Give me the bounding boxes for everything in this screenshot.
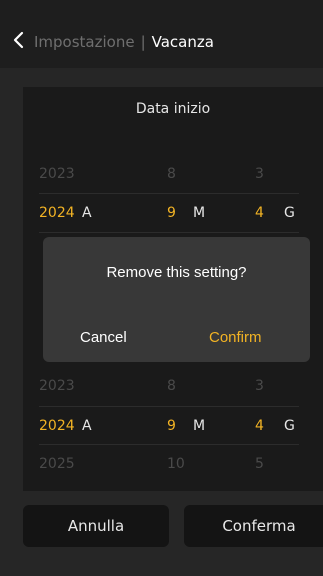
year-selected[interactable]: 2024: [39, 407, 75, 445]
day-selected[interactable]: 4: [255, 194, 264, 232]
dialog-message: Remove this setting?: [106, 264, 247, 281]
day-option[interactable]: 5: [255, 445, 264, 483]
start-date-title: Data inizio: [135, 101, 211, 117]
day-option[interactable]: 3: [255, 155, 264, 193]
year-unit: A: [82, 418, 92, 434]
dialog-confirm-button[interactable]: Confirm: [209, 329, 262, 346]
year-selected[interactable]: 2024: [39, 194, 75, 232]
month-unit: M: [193, 418, 206, 434]
picker-row-selected[interactable]: 2024 A 9 M 4 G: [23, 194, 299, 232]
picker-row[interactable]: 2023 8 3: [23, 367, 299, 405]
breadcrumb-separator: |: [140, 33, 146, 51]
month-option[interactable]: 10: [167, 445, 185, 483]
remove-setting-dialog: Remove this setting? Cancel Confirm: [43, 237, 310, 362]
dialog-cancel-button[interactable]: Cancel: [80, 329, 127, 346]
year-option[interactable]: 2023: [39, 155, 75, 193]
day-selected[interactable]: 4: [255, 407, 264, 445]
picker-row-selected[interactable]: 2024 A 9 M 4 G: [23, 407, 299, 445]
day-unit: G: [284, 418, 295, 434]
month-option[interactable]: 8: [167, 155, 176, 193]
header-bar: Impostazione | Vacanza: [0, 0, 323, 68]
picker-row[interactable]: 2025 10 5: [23, 445, 299, 483]
year-option[interactable]: 2023: [39, 367, 75, 405]
page-title: Vacanza: [151, 33, 214, 51]
breadcrumb-parent[interactable]: Impostazione: [34, 33, 135, 51]
year-unit: A: [82, 205, 92, 221]
back-chevron-icon[interactable]: [12, 31, 26, 49]
month-selected[interactable]: 9: [167, 407, 176, 445]
selection-divider: [39, 232, 299, 233]
year-option[interactable]: 2025: [39, 445, 75, 483]
month-selected[interactable]: 9: [167, 194, 176, 232]
month-unit: M: [193, 205, 206, 221]
day-unit: G: [284, 205, 295, 221]
day-option[interactable]: 3: [255, 367, 264, 405]
breadcrumb: Impostazione | Vacanza: [34, 33, 214, 51]
picker-row[interactable]: 2023 8 3: [23, 155, 299, 193]
confirm-button[interactable]: Conferma: [184, 505, 323, 547]
cancel-button[interactable]: Annulla: [23, 505, 169, 547]
month-option[interactable]: 8: [167, 367, 176, 405]
